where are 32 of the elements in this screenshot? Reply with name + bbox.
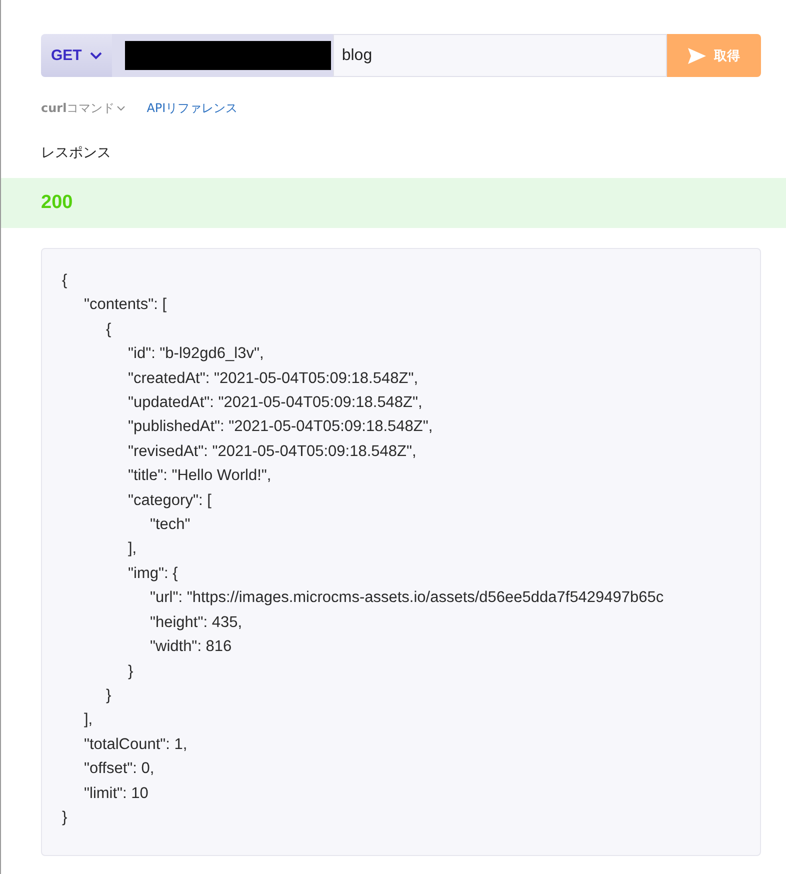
code-line: "limit": 10 <box>84 784 148 802</box>
code-line: "updatedAt": "2021-05-04T05:09:18.548Z", <box>128 394 422 412</box>
code-line: "category": [ <box>128 492 212 509</box>
code-line: "totalCount": 1, <box>84 736 188 753</box>
method-dropdown[interactable]: GET <box>41 34 112 77</box>
endpoint-field[interactable]: blog <box>332 34 667 77</box>
code-line: "tech" <box>150 516 190 534</box>
code-line: { <box>106 320 112 338</box>
code-line: "contents": [ <box>84 296 167 314</box>
code-line: "url": "https://images.microcms-assets.io/assets/d56ee5dda7f5429497b65c <box>150 589 664 606</box>
code-line: } <box>62 808 68 826</box>
code-line: "img": { <box>128 564 178 582</box>
code-line: "title": "Hello World!", <box>128 467 272 484</box>
api-reference-link[interactable]: APIリファレンス <box>146 100 238 116</box>
code-line: } <box>106 686 112 704</box>
status-banner: 200 <box>1 178 786 228</box>
code-line: "height": 435, <box>150 614 242 631</box>
code-line: "id": "b-l92gd6_l3v", <box>128 345 264 362</box>
chevron-down-icon <box>90 52 102 60</box>
code-line: "width": 816 <box>150 638 232 656</box>
code-line: ], <box>128 540 137 558</box>
code-line: "offset": 0, <box>84 760 154 778</box>
code-line: } <box>128 662 134 680</box>
send-icon <box>688 48 706 64</box>
response-heading: レスポンス <box>41 144 112 163</box>
curl-command-toggle[interactable]: curlコマンド <box>41 100 125 116</box>
code-line: "createdAt": "2021-05-04T05:09:18.548Z", <box>128 370 418 387</box>
code-line: ], <box>84 711 93 728</box>
code-line: "revisedAt": "2021-05-04T05:09:18.548Z", <box>128 442 416 460</box>
code-line: { <box>62 272 68 289</box>
code-line: "publishedAt": "2021-05-04T05:09:18.548Z", <box>128 418 433 436</box>
chevron-down-icon <box>116 106 125 110</box>
